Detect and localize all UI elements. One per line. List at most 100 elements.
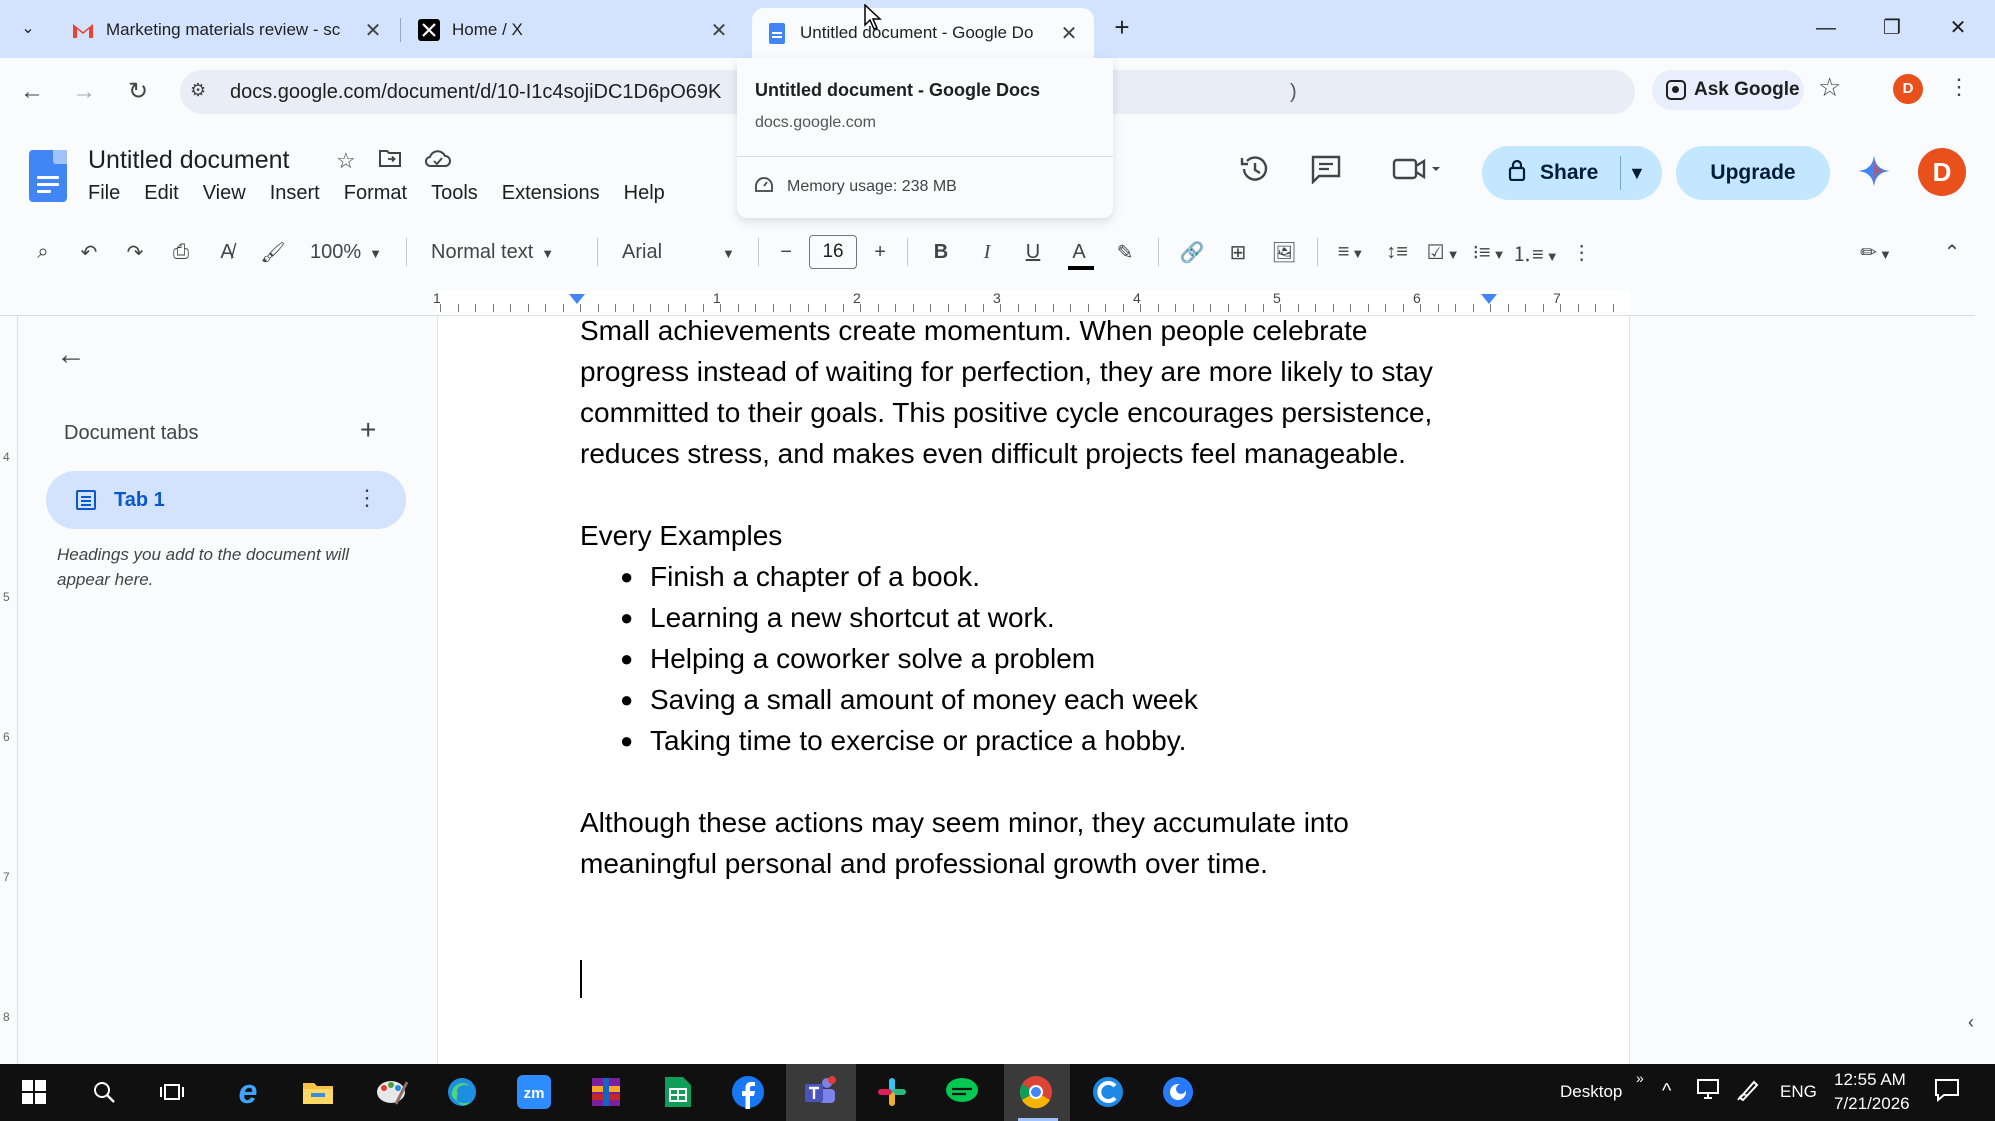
add-comment-icon[interactable]: ⊞ [1215, 240, 1261, 265]
menu-insert[interactable]: Insert [270, 182, 332, 205]
list-item[interactable]: Learning a new shortcut at work. [620, 597, 1480, 638]
font-select[interactable]: Arial ▼ [608, 241, 748, 264]
slack-icon[interactable] [870, 1072, 914, 1112]
version-history-icon[interactable] [1238, 154, 1270, 191]
c-app-icon[interactable] [1086, 1072, 1130, 1112]
hide-menus-chevron-icon[interactable]: ⌃ [1929, 240, 1975, 265]
winrar-icon[interactable] [584, 1072, 628, 1112]
document-title[interactable]: Untitled document [88, 146, 290, 175]
chat-app-icon[interactable] [940, 1072, 984, 1112]
close-tab-icon[interactable]: ✕ [708, 18, 730, 43]
browser-profile-avatar[interactable]: D [1893, 74, 1923, 104]
facebook-icon[interactable] [726, 1072, 770, 1112]
editing-mode-pencil-icon[interactable]: ✏ ▼ [1853, 240, 1899, 265]
document-tab-1[interactable]: Tab 1 ⋮ [46, 471, 406, 529]
menu-edit[interactable]: Edit [144, 182, 190, 205]
tab-search-chevron-icon[interactable]: ⌄ [12, 12, 44, 44]
network-icon[interactable] [1696, 1078, 1720, 1105]
expand-side-panel-chevron-icon[interactable]: ‹ [1968, 1012, 1974, 1033]
add-tab-plus-icon[interactable]: + [360, 414, 376, 446]
italic-icon[interactable]: I [964, 241, 1010, 264]
horizontal-ruler[interactable]: 1 1 2 3 4 5 6 7 [0, 284, 1975, 316]
upgrade-button[interactable]: Upgrade [1676, 146, 1830, 200]
windows-start-icon[interactable] [12, 1072, 56, 1112]
star-icon[interactable]: ☆ [336, 148, 356, 174]
restore-icon[interactable]: ❐ [1870, 10, 1914, 46]
bookmark-star-icon[interactable]: ☆ [1818, 72, 1841, 103]
more-options-icon[interactable]: ⋮ [1559, 240, 1605, 265]
spellcheck-icon[interactable]: A̸ [204, 241, 250, 264]
desktop-toolbar-label[interactable]: Desktop [1560, 1082, 1622, 1102]
paint-app-icon[interactable] [370, 1072, 414, 1112]
insert-image-icon[interactable]: 🖼 [1261, 240, 1307, 265]
bulleted-list-icon[interactable]: ⁝≡ ▼ [1466, 240, 1512, 265]
window-close-icon[interactable]: ✕ [1936, 10, 1980, 46]
decrease-font-size-icon[interactable]: − [769, 241, 803, 264]
task-view-icon[interactable] [150, 1072, 194, 1112]
chrome-icon[interactable] [1014, 1072, 1058, 1112]
menu-help[interactable]: Help [624, 182, 677, 205]
paragraph-style-select[interactable]: Normal text ▼ [417, 241, 587, 264]
increase-font-size-icon[interactable]: + [863, 241, 897, 264]
site-settings-icon[interactable]: ⚙ [190, 80, 206, 101]
menu-extensions[interactable]: Extensions [502, 182, 612, 205]
browser-app-icon[interactable] [1156, 1072, 1200, 1112]
back-arrow-icon[interactable]: ← [12, 72, 52, 112]
highlight-icon[interactable]: ✎ [1102, 240, 1148, 265]
line-spacing-icon[interactable]: ↕≡ [1374, 241, 1420, 264]
toolbar-expand-icon[interactable]: » [1636, 1070, 1644, 1086]
gemini-sparkle-icon[interactable] [1857, 154, 1891, 194]
paragraph[interactable]: Small achievements create momentum. When… [580, 316, 1480, 474]
font-size-input[interactable]: 16 [809, 235, 858, 269]
pen-workspace-icon[interactable] [1736, 1078, 1760, 1107]
document-body[interactable]: Small achievements create momentum. When… [580, 316, 1480, 884]
cloud-saved-icon[interactable] [424, 148, 452, 174]
right-indent-marker[interactable] [1481, 294, 1497, 304]
new-tab-plus-icon[interactable]: + [1106, 12, 1138, 44]
browser-tab-gmail[interactable]: Marketing materials review - sc ✕ [58, 8, 398, 52]
close-outline-arrow-icon[interactable]: ← [56, 338, 86, 372]
browser-tab-x[interactable]: Home / X ✕ [404, 8, 744, 52]
menu-tools[interactable]: Tools [431, 182, 490, 205]
forward-arrow-icon[interactable]: → [64, 72, 104, 112]
edge-browser-icon[interactable] [440, 1072, 484, 1112]
checklist-icon[interactable]: ☑ ▼ [1420, 240, 1466, 265]
browser-menu-icon[interactable]: ⋮ [1948, 74, 1970, 100]
close-tab-icon[interactable]: ✕ [362, 18, 384, 43]
document-page[interactable]: Small achievements create momentum. When… [437, 316, 1630, 1064]
docs-profile-avatar[interactable]: D [1918, 148, 1966, 196]
share-dropdown-icon[interactable]: ▼ [1628, 148, 1646, 198]
minimize-icon[interactable]: — [1804, 10, 1848, 46]
language-indicator[interactable]: ENG [1780, 1082, 1817, 1102]
close-tab-icon[interactable]: ✕ [1058, 21, 1080, 46]
show-hidden-icons-chevron-icon[interactable]: ^ [1662, 1080, 1671, 1103]
paint-format-icon[interactable]: 🖌 [250, 240, 296, 265]
clock-date[interactable]: 7/21/2026 [1834, 1094, 1910, 1114]
notifications-icon[interactable] [1934, 1078, 1960, 1107]
menu-view[interactable]: View [203, 182, 258, 205]
zoom-select[interactable]: 100% ▼ [296, 241, 396, 264]
menu-format[interactable]: Format [344, 182, 419, 205]
numbered-list-icon[interactable]: ⒈≡ ▼ [1512, 238, 1559, 267]
print-icon[interactable]: ⎙ [158, 241, 204, 264]
internet-explorer-icon[interactable]: e [226, 1072, 270, 1112]
undo-icon[interactable]: ↶ [66, 240, 112, 265]
reload-icon[interactable]: ↻ [118, 72, 158, 112]
comments-icon[interactable] [1310, 154, 1342, 191]
zoom-app-icon[interactable]: zm [512, 1072, 556, 1112]
list-item[interactable]: Helping a coworker solve a problem [620, 638, 1480, 679]
list-item[interactable]: Saving a small amount of money each week [620, 679, 1480, 720]
search-menus-icon[interactable]: ⌕ [20, 241, 66, 264]
underline-icon[interactable]: U [1010, 241, 1056, 264]
tab-options-icon[interactable]: ⋮ [356, 485, 378, 511]
list-item[interactable]: Finish a chapter of a book. [620, 556, 1480, 597]
browser-tab-docs[interactable]: Untitled document - Google Do ✕ [752, 8, 1094, 58]
spreadsheet-app-icon[interactable] [656, 1072, 700, 1112]
left-indent-marker[interactable] [569, 294, 585, 304]
list-item[interactable]: Taking time to exercise or practice a ho… [620, 720, 1480, 761]
docs-logo-icon[interactable] [29, 150, 67, 202]
paragraph[interactable]: Although these actions may seem minor, t… [580, 802, 1480, 884]
meet-video-icon[interactable] [1392, 154, 1444, 191]
paragraph-heading[interactable]: Every Examples [580, 515, 1480, 556]
menu-file[interactable]: File [88, 182, 132, 205]
